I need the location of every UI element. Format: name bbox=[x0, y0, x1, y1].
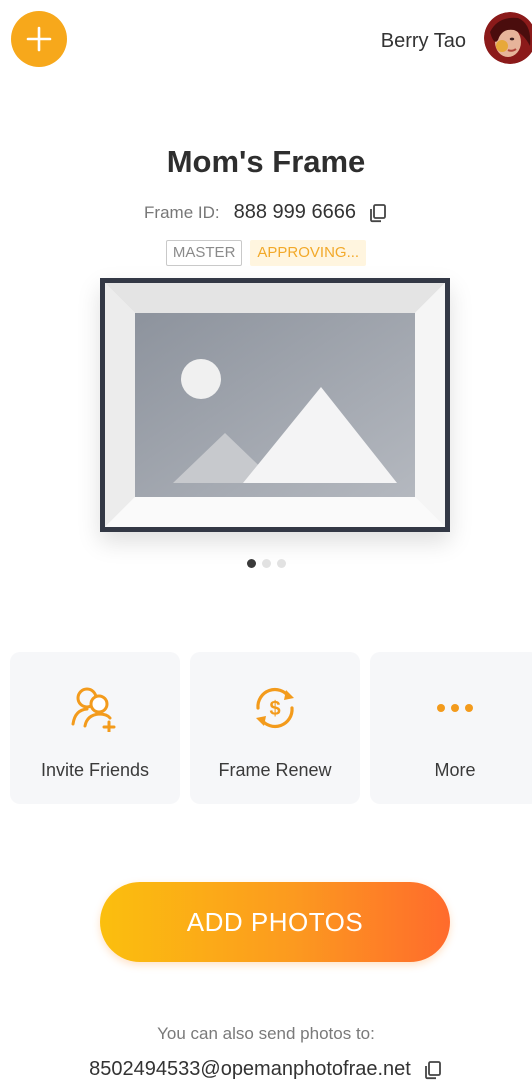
frame-email: 8502494533@opemanphotofrae.net bbox=[89, 1058, 411, 1080]
avatar[interactable] bbox=[484, 12, 532, 64]
svg-text:$: $ bbox=[269, 698, 280, 720]
send-photos-note: You can also send photos to: bbox=[157, 1024, 375, 1043]
user-name: Berry Tao bbox=[380, 30, 466, 52]
carousel-dot[interactable] bbox=[276, 559, 286, 568]
frame-title: Mom's Frame bbox=[166, 144, 366, 179]
invite-friends-label: Invite Friends bbox=[40, 760, 150, 780]
master-badge: MASTER bbox=[165, 240, 243, 266]
renew-dollar-icon: $ bbox=[256, 687, 294, 729]
more-label: More bbox=[434, 760, 476, 780]
frame-renew-button[interactable]: $ Frame Renew bbox=[190, 652, 360, 804]
add-photos-button[interactable]: ADD PHOTOS bbox=[100, 882, 450, 962]
carousel-dots bbox=[0, 559, 532, 568]
copy-icon[interactable] bbox=[423, 1060, 443, 1080]
more-button[interactable]: More bbox=[370, 652, 532, 804]
carousel-dot[interactable] bbox=[246, 559, 256, 568]
add-frame-button[interactable] bbox=[11, 11, 67, 67]
invite-friends-button[interactable]: Invite Friends bbox=[10, 652, 180, 804]
image-placeholder-icon bbox=[105, 283, 445, 527]
frame-renew-label: Frame Renew bbox=[218, 760, 332, 780]
email-row: 8502494533@opemanphotofrae.net bbox=[0, 1058, 532, 1081]
carousel-dot[interactable] bbox=[261, 559, 271, 568]
frame-id-row: Frame ID: 888 999 6666 bbox=[0, 201, 532, 224]
frame-badges: MASTER APPROVING... bbox=[0, 240, 532, 266]
more-dots-icon bbox=[437, 704, 473, 712]
invite-friends-icon bbox=[71, 687, 116, 732]
frame-id-value: 888 999 6666 bbox=[233, 201, 356, 223]
copy-icon[interactable] bbox=[368, 203, 388, 223]
status-badge: APPROVING... bbox=[250, 240, 367, 266]
frame-id-label: Frame ID: bbox=[144, 202, 220, 222]
frame-preview[interactable] bbox=[100, 278, 450, 532]
plus-icon bbox=[26, 26, 52, 52]
